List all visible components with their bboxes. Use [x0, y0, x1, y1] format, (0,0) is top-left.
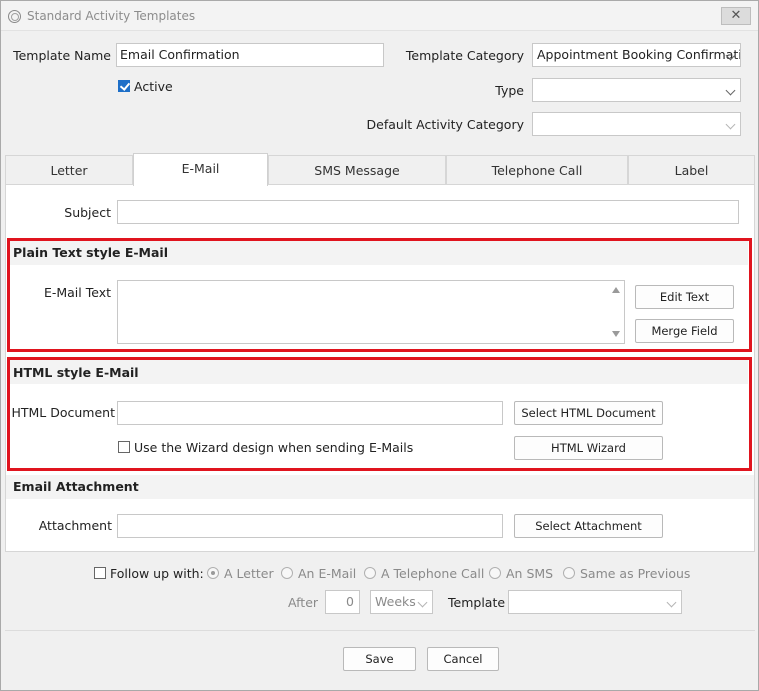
radio-same-as-previous[interactable]: [563, 567, 575, 579]
follow-up-label: Follow up with:: [110, 566, 204, 581]
template-tabs: Letter E-Mail SMS Message Telephone Call…: [5, 153, 755, 186]
follow-up-unit-value: Weeks: [375, 594, 416, 609]
active-label: Active: [134, 79, 173, 94]
template-category-select[interactable]: Appointment Booking Confirmation: [532, 43, 741, 67]
subject-label: Subject: [64, 205, 111, 220]
default-activity-category-select[interactable]: [532, 112, 741, 136]
follow-up-checkbox[interactable]: [94, 567, 106, 579]
tab-telephone-call[interactable]: Telephone Call: [446, 155, 628, 185]
cancel-button[interactable]: Cancel: [427, 647, 499, 671]
template-name-input[interactable]: Email Confirmation: [116, 43, 384, 67]
type-label: Type: [495, 83, 524, 98]
radio-a-telephone-call-label: A Telephone Call: [381, 566, 485, 581]
tab-email[interactable]: E-Mail: [133, 153, 268, 186]
title-bar: Standard Activity Templates ✕: [1, 1, 758, 31]
tab-label[interactable]: Label: [628, 155, 755, 185]
after-label: After: [288, 595, 319, 610]
attachment-input[interactable]: [117, 514, 503, 538]
follow-up-template-label: Template: [448, 595, 506, 610]
select-attachment-button[interactable]: Select Attachment: [514, 514, 663, 538]
follow-up-template-select[interactable]: [508, 590, 682, 614]
radio-same-as-previous-label: Same as Previous: [580, 566, 691, 581]
standard-activity-templates-window: Standard Activity Templates ✕ Template N…: [0, 0, 759, 691]
chevron-down-icon: [725, 85, 736, 96]
after-input[interactable]: 0: [325, 590, 360, 614]
tab-sms-message[interactable]: SMS Message: [268, 155, 446, 185]
template-name-label: Template Name: [13, 48, 111, 63]
radio-an-sms[interactable]: [489, 567, 501, 579]
radio-an-email[interactable]: [281, 567, 293, 579]
tab-letter[interactable]: Letter: [5, 155, 133, 185]
type-select[interactable]: [532, 78, 741, 102]
chevron-down-icon: [666, 597, 677, 608]
radio-a-letter-label: A Letter: [224, 566, 274, 581]
radio-an-sms-label: An SMS: [506, 566, 554, 581]
attachment-section-title: Email Attachment: [13, 479, 139, 494]
radio-a-telephone-call[interactable]: [364, 567, 376, 579]
radio-an-email-label: An E-Mail: [298, 566, 357, 581]
plain-text-highlight-box: [7, 238, 752, 352]
chevron-down-icon: [725, 119, 736, 130]
template-category-value: Appointment Booking Confirmation: [537, 47, 741, 62]
close-button[interactable]: ✕: [721, 7, 751, 25]
window-title: Standard Activity Templates: [27, 9, 196, 23]
chevron-down-icon: [417, 597, 428, 608]
app-icon: [8, 10, 21, 23]
footer-divider: [5, 630, 755, 631]
active-checkbox[interactable]: [118, 80, 130, 92]
follow-up-unit-select[interactable]: Weeks: [370, 590, 433, 614]
html-highlight-box: [7, 357, 752, 471]
subject-input[interactable]: [117, 200, 739, 224]
save-button[interactable]: Save: [343, 647, 416, 671]
default-activity-category-label: Default Activity Category: [366, 117, 524, 132]
template-category-label: Template Category: [405, 48, 524, 63]
radio-a-letter[interactable]: [207, 567, 219, 579]
attachment-label: Attachment: [38, 518, 112, 533]
